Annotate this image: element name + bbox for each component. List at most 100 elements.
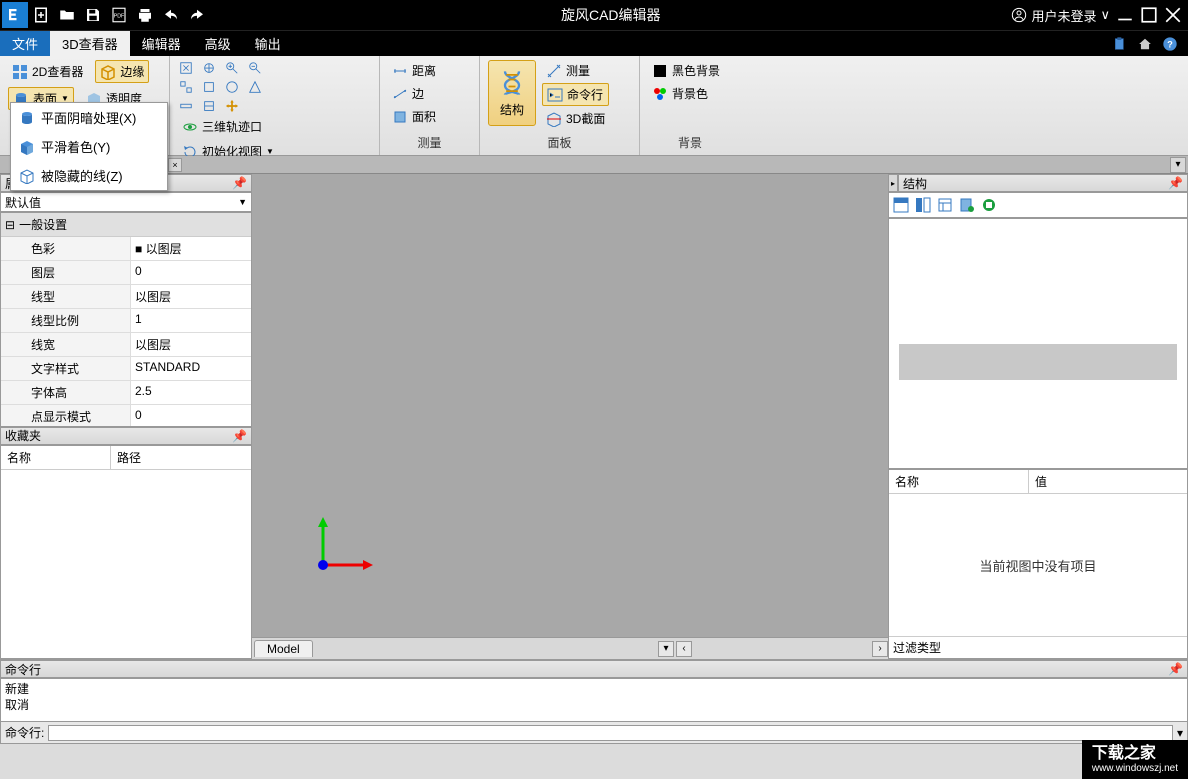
pin-icon[interactable]: 📌 (1168, 662, 1183, 676)
redo-icon[interactable] (184, 2, 210, 28)
menu-advanced[interactable]: 高级 (193, 31, 243, 56)
menu-3dviewer[interactable]: 3D查看器 (50, 31, 130, 56)
3d-crop-button[interactable]: 3D截面 (542, 108, 609, 129)
app-icon[interactable] (2, 2, 28, 28)
fav-col-name[interactable]: 名称 (1, 446, 111, 469)
new-icon[interactable] (28, 2, 54, 28)
prop-row[interactable]: 图层0 (1, 261, 251, 285)
clipboard-icon[interactable] (1112, 36, 1128, 52)
tab-close[interactable]: × (168, 158, 182, 172)
scroll-right[interactable]: › (872, 641, 888, 657)
measure-panel-button[interactable]: 测量 (542, 60, 609, 81)
st-icon-5[interactable] (981, 197, 997, 213)
edge-icon (392, 86, 408, 102)
menu-editor[interactable]: 编辑器 (130, 31, 193, 56)
structure-big-button[interactable]: 结构 (488, 60, 536, 126)
3d-orbit-button[interactable]: 三维轨迹口 (178, 116, 278, 137)
nav-icon-7[interactable] (224, 79, 240, 95)
bg-color-button[interactable]: 背景色 (648, 83, 712, 104)
undo-icon[interactable] (158, 2, 184, 28)
st-icon-4[interactable] (959, 197, 975, 213)
maximize-button[interactable] (1140, 6, 1158, 24)
filter-row[interactable]: 过滤类型 (889, 636, 1187, 658)
structure-header: 结构📌 (898, 174, 1188, 192)
measure-p-icon (546, 63, 562, 79)
properties-default-combo[interactable]: 默认值▼ (0, 192, 252, 212)
sd-col-value[interactable]: 值 (1029, 470, 1053, 493)
scroll-left[interactable]: ‹ (676, 641, 692, 657)
menu-file[interactable]: 文件 (0, 31, 50, 56)
zoom-out-icon[interactable] (247, 60, 263, 76)
open-icon[interactable] (54, 2, 80, 28)
dd-shade[interactable]: 平面阴暗处理(X) (11, 103, 167, 132)
prop-row[interactable]: 线宽以图层 (1, 333, 251, 357)
nav-icon-10[interactable] (201, 98, 217, 114)
properties-grid: ⊟一般设置 色彩■ 以图层 图层0 线型以图层 线型比例1 线宽以图层 文字样式… (0, 212, 252, 427)
chevron-down-icon: ∨ (1100, 7, 1110, 23)
axis-gizmo (308, 515, 388, 585)
tabs-overflow[interactable]: ▾ (1170, 157, 1186, 173)
nav-icon-5[interactable] (178, 79, 194, 95)
nav-icon-6[interactable] (201, 79, 217, 95)
cmdline-panel-button[interactable]: 命令行 (542, 83, 609, 106)
save-icon[interactable] (80, 2, 106, 28)
pin-icon[interactable]: 📌 (232, 176, 247, 190)
palette-icon (652, 86, 668, 102)
sd-col-name[interactable]: 名称 (889, 470, 1029, 493)
pan-icon[interactable] (224, 98, 240, 114)
st-icon-1[interactable] (893, 197, 909, 213)
pin-icon[interactable]: 📌 (232, 429, 247, 443)
minimize-button[interactable] (1116, 6, 1134, 24)
prop-row[interactable]: 文字样式STANDARD (1, 357, 251, 381)
fav-col-path[interactable]: 路径 (111, 446, 147, 469)
edge-measure-button[interactable]: 边 (388, 83, 428, 104)
props-section[interactable]: ⊟一般设置 (1, 213, 251, 237)
home-icon[interactable] (1138, 37, 1152, 51)
dd-hidden[interactable]: 被隐藏的线(Z) (11, 161, 167, 190)
st-icon-2[interactable] (915, 197, 931, 213)
dd-smooth[interactable]: 平滑着色(Y) (11, 132, 167, 161)
prop-row[interactable]: 字体高2.5 (1, 381, 251, 405)
structure-tree[interactable] (888, 218, 1188, 469)
cube-icon (19, 139, 35, 155)
nav-icon-9[interactable] (178, 98, 194, 114)
collapse-handle[interactable]: ▸ (888, 174, 898, 192)
nav-icon-2[interactable] (201, 60, 217, 76)
pin-icon[interactable]: 📌 (1168, 176, 1183, 190)
edge-button[interactable]: 边缘 (95, 60, 149, 83)
prop-row[interactable]: 线型以图层 (1, 285, 251, 309)
prop-row[interactable]: 点显示模式0 (1, 405, 251, 427)
commandline-input[interactable] (48, 725, 1173, 741)
2d-viewer-button[interactable]: 2D查看器 (8, 60, 87, 83)
distance-button[interactable]: 距离 (388, 60, 440, 81)
close-button[interactable] (1164, 6, 1182, 24)
structure-detail: 名称 值 当前视图中没有项目 过滤类型 (888, 469, 1188, 659)
nav-icon-1[interactable] (178, 60, 194, 76)
st-icon-3[interactable] (937, 197, 953, 213)
dna-icon (498, 69, 526, 97)
commandline-prompt: 命令行: (5, 724, 44, 741)
menu-bar: 文件 3D查看器 编辑器 高级 输出 ? (0, 30, 1188, 56)
print-icon[interactable] (132, 2, 158, 28)
app-title: 旋风CAD编辑器 (210, 5, 1011, 25)
viewport[interactable]: Model ▾ ‹ › (252, 174, 888, 659)
scroll-dropdown[interactable]: ▾ (658, 641, 674, 657)
nav-icon-8[interactable] (247, 79, 263, 95)
area-button[interactable]: 面积 (388, 106, 440, 127)
menu-output[interactable]: 输出 (243, 31, 293, 56)
prop-row[interactable]: 线型比例1 (1, 309, 251, 333)
prop-row[interactable]: 色彩■ 以图层 (1, 237, 251, 261)
terminal-icon (547, 87, 563, 103)
help-icon[interactable]: ? (1162, 36, 1178, 52)
panel-group-label: 面板 (488, 132, 631, 151)
structure-toolbar (888, 192, 1188, 218)
surface-dropdown: 平面阴暗处理(X) 平滑着色(Y) 被隐藏的线(Z) (10, 102, 168, 191)
cylinder-icon (19, 110, 35, 126)
cmd-history-button[interactable]: ▾ (1177, 726, 1183, 740)
model-tab[interactable]: Model (254, 640, 313, 657)
pdf-icon[interactable]: PDF (106, 2, 132, 28)
user-login-button[interactable]: 用户未登录 ∨ (1011, 6, 1110, 25)
zoom-in-icon[interactable] (224, 60, 240, 76)
black-bg-button[interactable]: 黑色背景 (648, 60, 724, 81)
svg-text:?: ? (1167, 39, 1173, 49)
